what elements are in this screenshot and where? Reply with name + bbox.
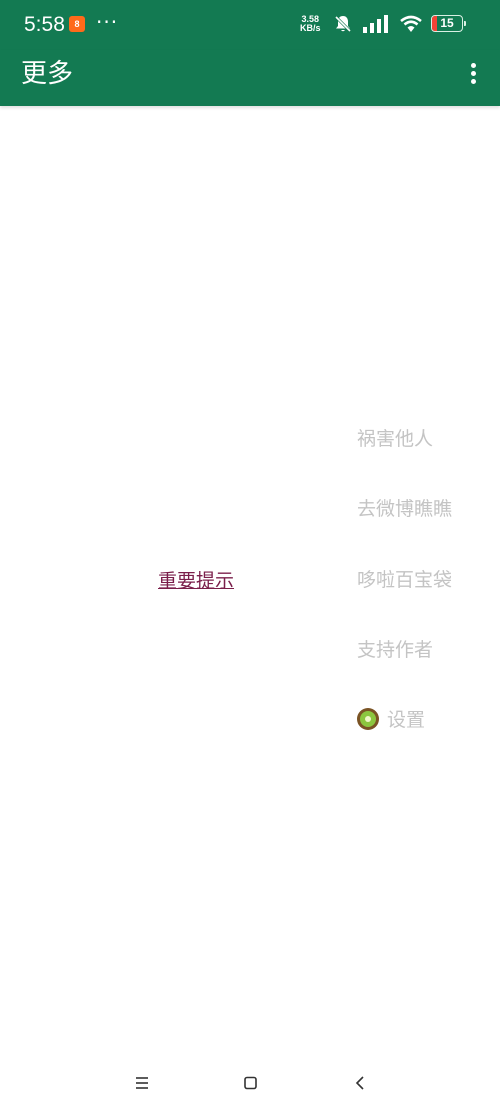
menu-item-doraemon-pocket[interactable]: 哆啦百宝袋 — [357, 566, 452, 594]
menu-dot — [471, 63, 476, 68]
menu-dot — [471, 79, 476, 84]
menu-item-settings[interactable]: 设置 — [357, 706, 425, 734]
status-time: 5:58 — [24, 13, 65, 36]
navigation-bar — [0, 1058, 500, 1111]
home-icon[interactable] — [230, 1068, 270, 1098]
network-speed-unit: KB/s — [300, 23, 321, 33]
app-bar: 更多 — [0, 50, 500, 106]
signal-icon — [363, 15, 388, 33]
settings-label: 设置 — [387, 709, 426, 731]
network-speed: 3.58 KB/s — [300, 15, 321, 33]
menu-item-harm-others[interactable]: 祸害他人 — [357, 425, 433, 453]
notifications-off-icon — [334, 15, 352, 33]
more-notifications-indicator: ··· — [96, 10, 119, 34]
kiwi-icon — [357, 708, 379, 730]
menu-icon[interactable] — [122, 1068, 162, 1098]
status-bar: 5:58 8 ··· 3.58 KB/s 15 — [0, 0, 500, 50]
menu-item-support-author[interactable]: 支持作者 — [357, 636, 433, 664]
battery-percent: 15 — [440, 16, 454, 30]
screen: 5:58 8 ··· 3.58 KB/s 15 更多 重要提示 祸害他人 去微博… — [0, 0, 500, 1111]
important-notice-link[interactable]: 重要提示 — [158, 567, 234, 595]
menu-dot — [471, 71, 476, 76]
menu-item-visit-weibo[interactable]: 去微博瞧瞧 — [357, 495, 452, 523]
wifi-icon — [400, 15, 422, 32]
back-icon[interactable] — [340, 1068, 380, 1098]
app-notification-icon: 8 — [69, 16, 85, 32]
battery-tip — [464, 21, 466, 26]
more-vert-icon[interactable] — [458, 56, 488, 92]
page-title: 更多 — [21, 59, 74, 89]
battery-icon: 15 — [431, 15, 463, 32]
